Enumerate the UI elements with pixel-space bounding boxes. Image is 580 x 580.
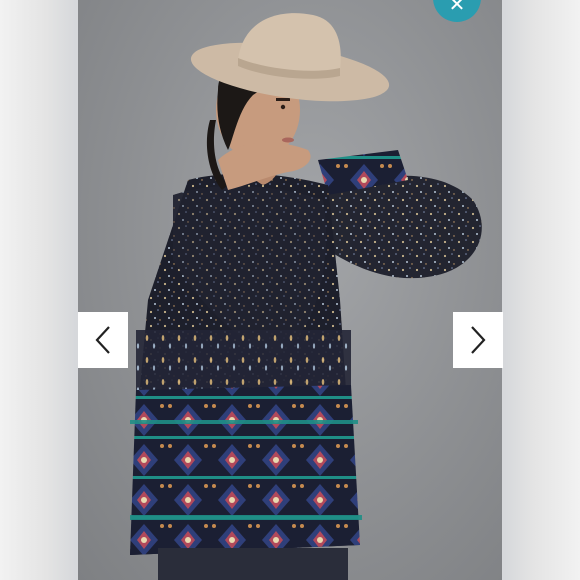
next-image-button[interactable] [453, 312, 503, 368]
product-photo [78, 0, 502, 580]
chevron-left-icon [95, 326, 110, 354]
image-lightbox: ✕ [0, 0, 580, 580]
product-photo-illustration [130, 13, 482, 580]
close-icon: ✕ [448, 0, 466, 16]
previous-image-button[interactable] [78, 312, 128, 368]
chevron-right-icon [471, 326, 486, 354]
